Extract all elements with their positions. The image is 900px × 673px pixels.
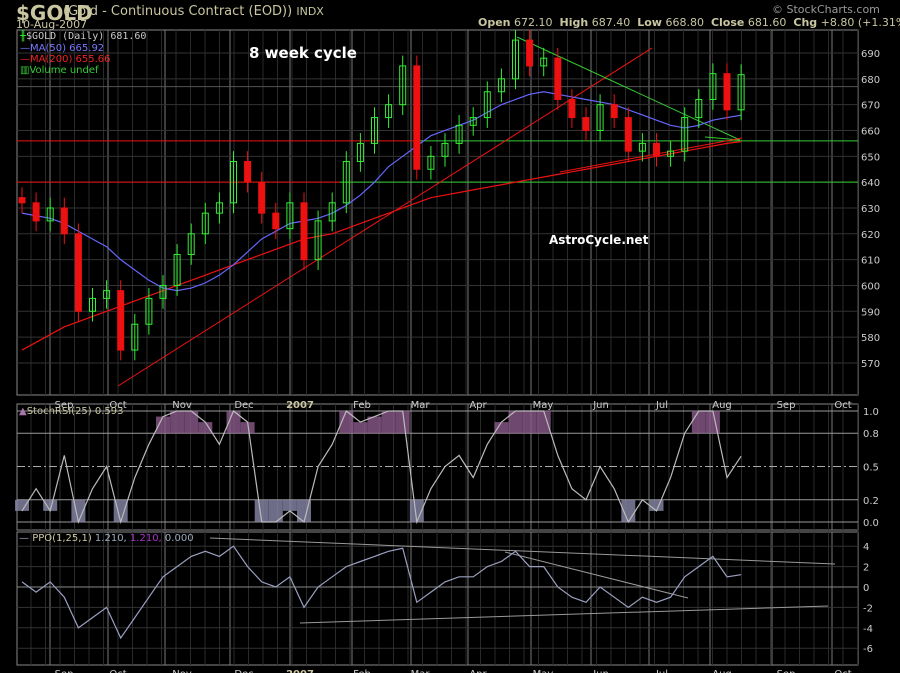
line-icon: — xyxy=(20,54,30,65)
stoch-overbought-fill xyxy=(522,411,537,434)
legend-volume: ▥Volume undef xyxy=(20,65,99,76)
price-tick-label: 670 xyxy=(861,101,880,112)
stoch-tick-label: 0.8 xyxy=(863,429,879,440)
month-tick-label: 2007 xyxy=(286,400,314,411)
month-tick-label: Dec xyxy=(234,669,253,673)
stoch-oversold-fill xyxy=(649,499,664,511)
month-tick-label: Aug xyxy=(712,400,732,411)
candle-body xyxy=(413,65,421,170)
stoch-oversold-fill xyxy=(15,499,29,511)
ppo-tick-label: 4 xyxy=(863,542,869,553)
stoch-tick-label: 0.5 xyxy=(863,463,879,474)
price-tick-label: 650 xyxy=(861,152,880,163)
month-tick-label: Sep xyxy=(777,669,796,673)
price-tick-label: 600 xyxy=(861,281,880,292)
stoch-tick-label: 0.2 xyxy=(863,496,879,507)
candle-body xyxy=(272,212,280,230)
price-tick-label: 690 xyxy=(861,49,880,60)
price-tick-label: 660 xyxy=(861,126,880,137)
chart-svg: 690 680 670 660 650 640 630 620 610 600 590 580 570 S… xyxy=(15,29,880,673)
month-tick-label: Nov xyxy=(172,669,192,673)
month-tick-label: May xyxy=(533,669,554,673)
month-tick-label: Feb xyxy=(353,400,371,411)
stoch-tick-label: 0.0 xyxy=(863,518,879,529)
candle-body xyxy=(300,202,308,261)
legend-ma50: —MA(50) 665.92 xyxy=(20,43,105,54)
candle-body xyxy=(18,197,26,204)
line-icon: — xyxy=(19,533,33,544)
ppo-tick-label: -2 xyxy=(863,603,873,614)
price-tick-label: 620 xyxy=(861,230,880,241)
stoch-overbought-fill xyxy=(494,422,509,434)
ppo-tick-label: 2 xyxy=(863,563,869,574)
stoch-overbought-fill xyxy=(198,422,213,434)
month-tick-label: Oct xyxy=(109,669,126,673)
candle-body xyxy=(117,290,125,351)
price-tick-label: 570 xyxy=(861,359,880,370)
candle-body xyxy=(526,39,534,67)
annotation-site: AstroCycle.net xyxy=(549,233,649,247)
month-tick-label: Jul xyxy=(655,400,668,411)
legend-price: ╫$GOLD (Daily) 681.60 xyxy=(20,31,147,42)
price-tick-label: 580 xyxy=(861,333,880,344)
month-tick-label: Apr xyxy=(469,669,487,673)
month-tick-label: 2007 xyxy=(286,669,314,673)
stoch-overbought-fill xyxy=(381,411,396,434)
candle-body xyxy=(258,181,266,214)
ppo-tick-label: -4 xyxy=(863,624,873,635)
stoch-overbought-fill xyxy=(536,411,551,434)
month-tick-label: Sep xyxy=(55,669,74,673)
month-tick-label: Oct xyxy=(834,400,851,411)
candle-body xyxy=(610,104,618,119)
ppo-tick-label: -6 xyxy=(863,644,873,655)
stoch-overbought-fill xyxy=(170,411,185,434)
legend-stochrsi: ▲StochRSI(25) 0.593 xyxy=(19,406,124,417)
candle-body xyxy=(723,73,731,111)
price-tick-label: 640 xyxy=(861,178,880,189)
stoch-overbought-fill xyxy=(705,411,720,434)
line-icon: — xyxy=(20,43,30,54)
month-tick-label: Apr xyxy=(469,400,487,411)
month-tick-label: Dec xyxy=(234,400,253,411)
ppo-tick-label: 0 xyxy=(863,583,869,594)
stoch-oversold-fill xyxy=(282,499,297,511)
candle-body xyxy=(554,57,562,100)
candle-body xyxy=(32,202,40,222)
stoch-overbought-fill xyxy=(691,411,706,434)
candle-body xyxy=(74,233,82,312)
price-tick-label: 630 xyxy=(861,204,880,215)
stoch-tick-label: 1.0 xyxy=(863,407,879,418)
month-tick-label: Mar xyxy=(411,400,431,411)
month-tick-label: Jul xyxy=(655,669,668,673)
price-tick-label: 610 xyxy=(861,256,880,267)
stoch-overbought-fill xyxy=(353,422,368,434)
month-tick-label: Oct xyxy=(834,669,851,673)
candle-body xyxy=(582,117,590,131)
month-tick-label: Nov xyxy=(172,400,192,411)
month-tick-label: Aug xyxy=(712,669,732,673)
legend-ppo: — PPO(1,25,1) 1.210, 1.210, 0.000 xyxy=(19,533,194,544)
candle-body xyxy=(653,142,660,157)
price-tick-label: 680 xyxy=(861,75,880,86)
annotation-cycle: 8 week cycle xyxy=(249,44,357,62)
area-icon: ▲ xyxy=(19,406,27,417)
month-tick-label: Feb xyxy=(353,669,371,673)
candle-body xyxy=(244,160,252,183)
month-tick-label: Sep xyxy=(777,400,796,411)
month-tick-label: Jun xyxy=(592,400,609,411)
month-tick-label: Jun xyxy=(592,669,609,673)
price-tick-label: 590 xyxy=(861,307,880,318)
month-tick-label: May xyxy=(533,400,554,411)
legend-ma200: —MA(200) 655.66 xyxy=(20,54,111,65)
candle-body xyxy=(624,117,632,152)
candle-body xyxy=(60,207,68,235)
candle-body xyxy=(568,98,576,119)
month-tick-label: Mar xyxy=(411,669,431,673)
